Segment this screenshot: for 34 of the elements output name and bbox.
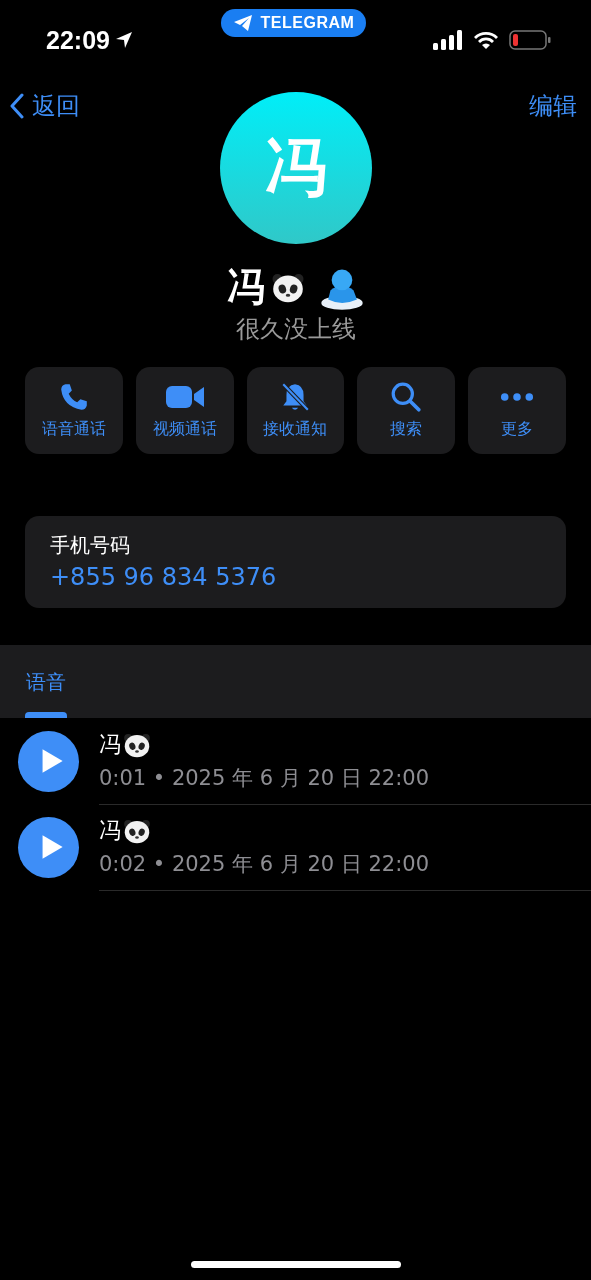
action-button[interactable]: 接收通知 (246, 367, 345, 454)
search-icon (390, 381, 423, 413)
message-meta: 0:02 • 2025 年 6 月 20 日 22:00 (99, 850, 430, 878)
signal-icon (433, 30, 463, 50)
wifi-icon (473, 30, 499, 50)
last-seen-status: 很久没上线 (235, 314, 356, 345)
action-button[interactable]: 语音通话 (25, 367, 123, 454)
sender-name: 冯 (99, 816, 121, 845)
bell-slash-icon (279, 381, 312, 413)
action-button[interactable]: 视频通话 (135, 367, 234, 454)
message-meta: 0:01 • 2025 年 6 月 20 日 22:00 (99, 764, 430, 792)
edit-button[interactable]: 编辑 (529, 90, 577, 122)
app-pill[interactable]: TELEGRAM (220, 9, 367, 37)
back-button[interactable]: 返回 (10, 90, 80, 122)
panda-icon (123, 817, 151, 844)
play-button[interactable] (18, 730, 79, 792)
paper-plane-icon (232, 14, 253, 32)
chevron-left-icon (10, 93, 24, 119)
battery-icon (509, 30, 551, 50)
contact-name: 冯 (226, 264, 265, 311)
clock-time: 22:09 (46, 25, 110, 55)
panda-icon (270, 272, 305, 303)
tab-indicator (25, 712, 67, 718)
info-label: 手机号码 (50, 532, 131, 559)
sender-name: 冯 (99, 730, 121, 759)
play-button[interactable] (18, 816, 79, 878)
more-icon (500, 392, 535, 402)
media-tab[interactable]: 语音 (25, 669, 67, 696)
panda-icon (123, 731, 151, 758)
action-button[interactable]: 搜索 (357, 367, 456, 454)
action-button[interactable]: 更多 (468, 367, 566, 454)
app-name: TELEGRAM (260, 14, 355, 32)
avatar: 冯 (219, 92, 372, 244)
phone-number-link[interactable]: +855 96 834 5376 (50, 563, 541, 591)
